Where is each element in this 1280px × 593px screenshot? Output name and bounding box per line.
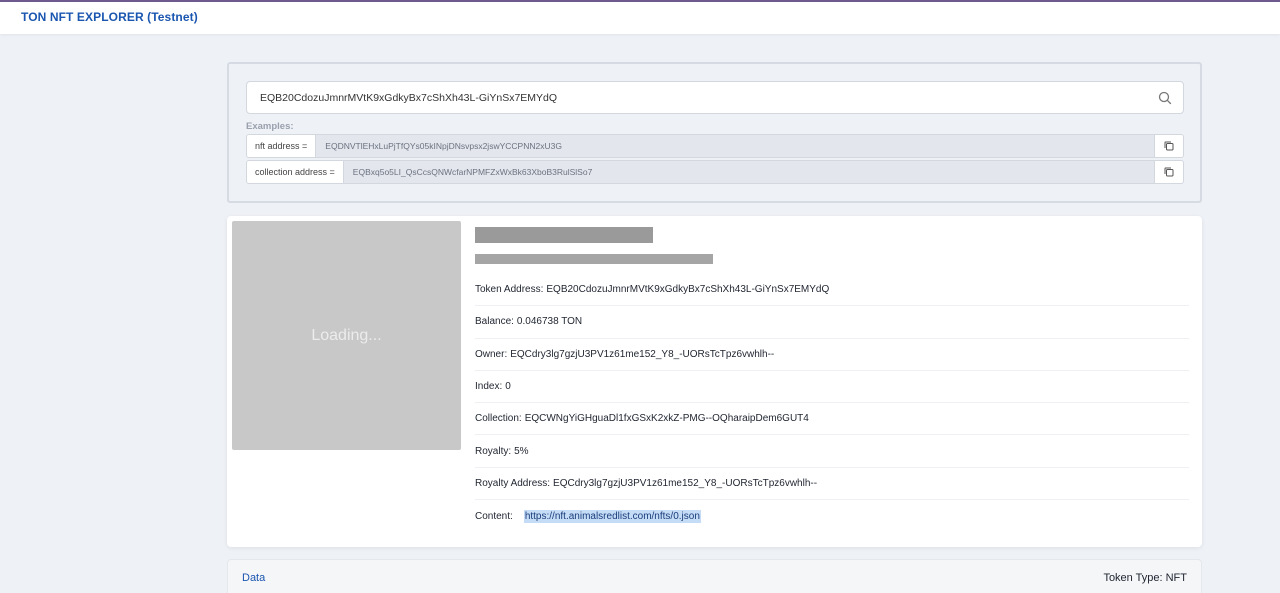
detail-collection: Collection: EQCWNgYiGHguaDl1fxGSxK2xkZ-P… — [475, 403, 1189, 436]
copy-button[interactable] — [1154, 135, 1183, 157]
detail-label: Royalty: — [475, 445, 512, 457]
detail-value: 0 — [505, 381, 511, 393]
detail-label: Owner: — [475, 348, 508, 360]
detail-value: EQCdry3lg7gzjU3PV1z61me152_Y8_-UORsTcTpz… — [510, 348, 775, 360]
detail-label: Balance: — [475, 316, 514, 328]
loading-text: Loading... — [311, 326, 382, 344]
search-icon[interactable] — [1157, 90, 1173, 106]
data-panel: Data Token Type: NFT — [227, 559, 1202, 593]
detail-value: 0.046738 TON — [516, 316, 583, 328]
detail-index: Index: 0 — [475, 371, 1189, 404]
nft-description-placeholder — [475, 254, 713, 264]
token-type: Token Type: NFT — [1103, 572, 1187, 584]
detail-value: EQCWNgYiGHguaDl1fxGSxK2xkZ-PMG--OQharaip… — [524, 413, 809, 425]
example-collection-address: collection address = EQBxq5o5LI_QsCcsQNW… — [246, 160, 1184, 184]
detail-value: EQB20CdozuJmnrMVtK9xGdkyBx7cShXh43L-GiYn… — [546, 284, 830, 296]
search-box[interactable] — [246, 81, 1184, 114]
nft-image-preview: Loading... — [232, 221, 461, 450]
detail-royalty-address: Royalty Address: EQCdry3lg7gzjU3PV1z61me… — [475, 468, 1189, 501]
nft-details: Token Address: EQB20CdozuJmnrMVtK9xGdkyB… — [475, 274, 1189, 532]
top-bar: TON NFT EXPLORER (Testnet) — [0, 0, 1280, 34]
nft-name-placeholder — [475, 227, 653, 243]
example-value[interactable]: EQDNVTlEHxLuPjTfQYs05kINpjDNsvpsx2jswYCC… — [316, 135, 1154, 157]
example-prefix: collection address = — [247, 161, 344, 183]
tab-data[interactable]: Data — [242, 572, 265, 584]
copy-icon — [1164, 167, 1174, 177]
detail-label: Collection: — [475, 413, 522, 425]
copy-icon — [1164, 141, 1174, 151]
detail-label: Index: — [475, 381, 503, 393]
example-prefix: nft address = — [247, 135, 317, 157]
detail-value: EQCdry3lg7gzjU3PV1z61me152_Y8_-UORsTcTpz… — [553, 477, 818, 489]
detail-label: Royalty Address: — [475, 477, 551, 489]
example-nft-address: nft address = EQDNVTlEHxLuPjTfQYs05kINpj… — [246, 134, 1184, 158]
nft-card: Loading... Token Address: EQB20CdozuJmnr… — [227, 216, 1202, 547]
detail-label: Content: — [475, 510, 513, 522]
example-value[interactable]: EQBxq5o5LI_QsCcsQNWcfarNPMFZxWxBk63XboB3… — [344, 161, 1154, 183]
detail-content: Content: https://nft.animalsredlist.com/… — [475, 500, 1189, 532]
detail-balance: Balance: 0.046738 TON — [475, 306, 1189, 339]
search-input[interactable] — [247, 82, 1137, 113]
detail-value: 5% — [514, 445, 529, 457]
detail-label: Token Address: — [475, 284, 544, 296]
examples-label: Examples: — [246, 121, 294, 132]
content-link[interactable]: https://nft.animalsredlist.com/nfts/0.js… — [523, 509, 701, 523]
detail-token-address: Token Address: EQB20CdozuJmnrMVtK9xGdkyB… — [475, 274, 1189, 307]
app-title[interactable]: TON NFT EXPLORER (Testnet) — [21, 10, 198, 24]
detail-royalty: Royalty: 5% — [475, 435, 1189, 468]
copy-button[interactable] — [1154, 161, 1183, 183]
search-panel: Examples: nft address = EQDNVTlEHxLuPjTf… — [227, 62, 1202, 203]
detail-owner: Owner: EQCdry3lg7gzjU3PV1z61me152_Y8_-UO… — [475, 339, 1189, 371]
